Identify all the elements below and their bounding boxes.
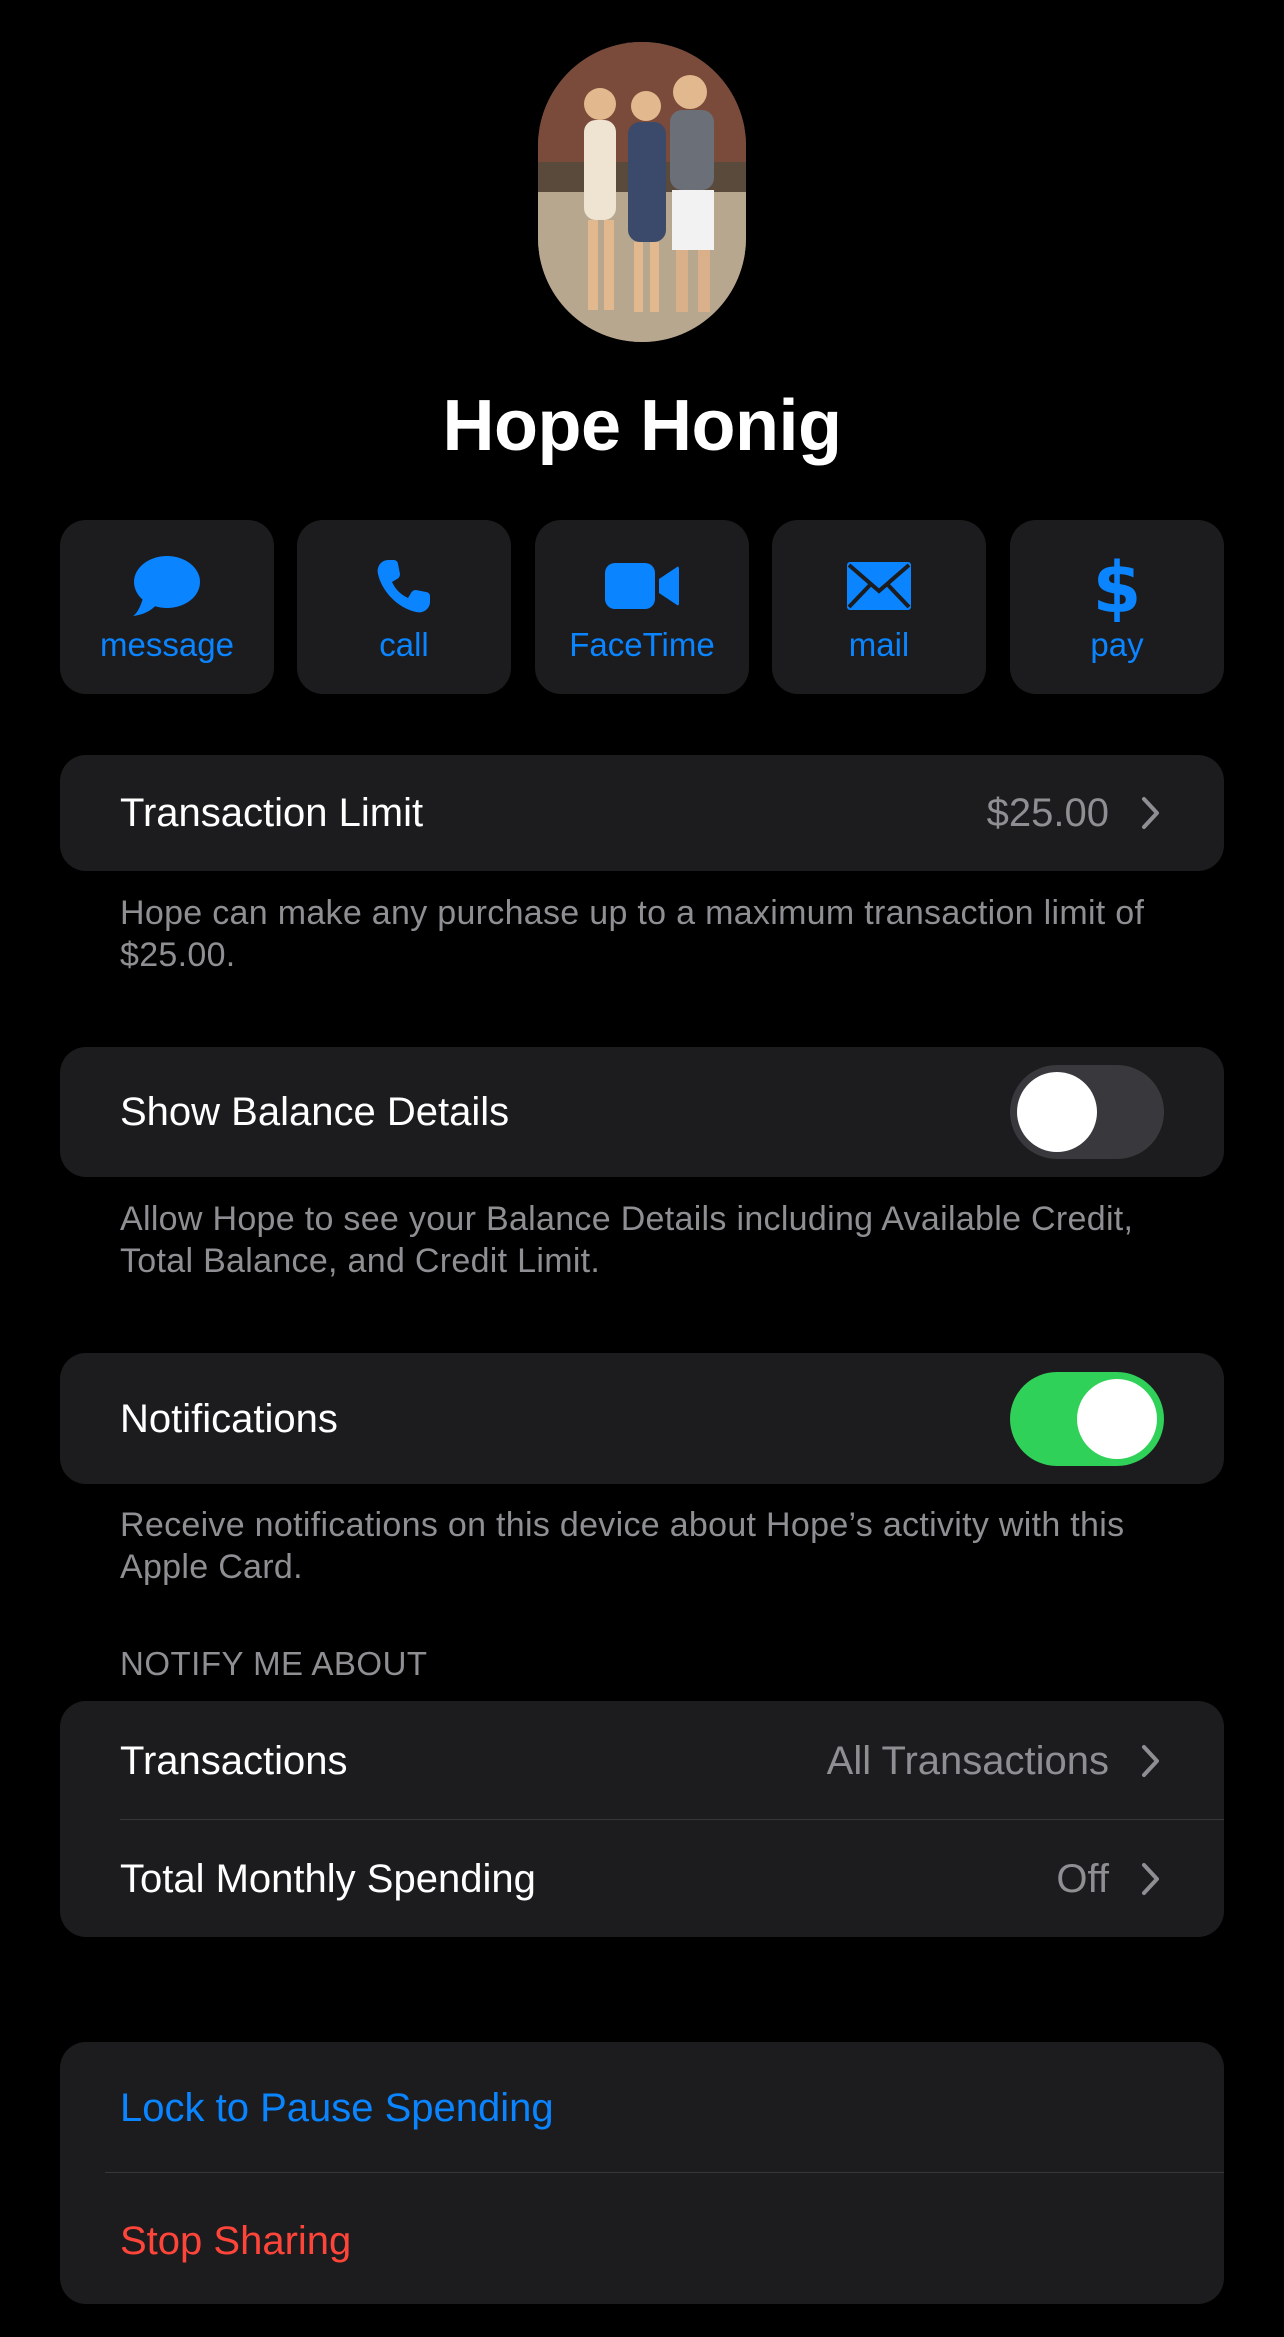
toggle-knob <box>1017 1072 1097 1152</box>
contact-avatar[interactable] <box>538 42 746 342</box>
video-camera-icon <box>605 563 679 609</box>
mail-label: mail <box>848 626 910 663</box>
mail-button[interactable]: mail <box>772 520 986 694</box>
envelope-icon <box>847 562 911 610</box>
stop-sharing-button[interactable]: Stop Sharing <box>60 2173 1224 2304</box>
chevron-right-icon <box>1142 1863 1159 1895</box>
notifications-row: Notifications <box>60 1353 1224 1484</box>
facetime-button[interactable]: FaceTime <box>535 520 749 694</box>
transaction-limit-row[interactable]: Transaction Limit $25.00 <box>60 755 1224 871</box>
lock-to-pause-button[interactable]: Lock to Pause Spending <box>60 2042 1224 2172</box>
notifications-note: Receive notifications on this device abo… <box>120 1506 1125 1586</box>
notifications-toggle[interactable] <box>1010 1372 1164 1466</box>
notify-group: Transactions All Transactions Total Mont… <box>60 1701 1224 1937</box>
dollar-icon: $ <box>1095 550 1139 622</box>
transactions-value: All Transactions <box>826 1739 1109 1783</box>
transactions-row[interactable]: Transactions All Transactions <box>60 1701 1224 1819</box>
transactions-label: Transactions <box>120 1739 348 1783</box>
message-bubble-icon <box>133 556 200 616</box>
facetime-label: FaceTime <box>569 626 715 663</box>
call-button[interactable]: call <box>297 520 511 694</box>
chevron-right-icon <box>1142 1745 1159 1777</box>
chevron-right-icon <box>1142 797 1159 829</box>
total-monthly-spending-row[interactable]: Total Monthly Spending Off <box>60 1819 1224 1937</box>
toggle-knob <box>1077 1379 1157 1459</box>
notify-me-about-header: NOTIFY ME ABOUT <box>120 1645 428 1682</box>
phone-icon <box>377 560 430 613</box>
message-label: message <box>100 626 234 663</box>
transaction-limit-label: Transaction Limit <box>120 791 424 835</box>
contact-name: Hope Honig <box>442 386 842 466</box>
pay-button[interactable]: $ pay <box>1010 520 1224 694</box>
avatar-photo <box>538 42 746 342</box>
balance-details-note: Allow Hope to see your Balance Details i… <box>120 1200 1134 1280</box>
message-button[interactable]: message <box>60 520 274 694</box>
balance-details-row: Show Balance Details <box>60 1047 1224 1177</box>
contact-actions: message call FaceTime mail $ pay <box>60 520 1224 694</box>
call-label: call <box>379 626 429 663</box>
transaction-limit-note: Hope can make any purchase up to a maxim… <box>120 894 1145 974</box>
total-monthly-spending-label: Total Monthly Spending <box>120 1857 536 1901</box>
svg-text:$: $ <box>1095 550 1139 622</box>
stop-sharing-label: Stop Sharing <box>120 2219 352 2263</box>
pay-label: pay <box>1090 626 1144 663</box>
transaction-limit-value: $25.00 <box>986 791 1109 835</box>
notifications-label: Notifications <box>120 1397 338 1441</box>
card-actions-group: Lock to Pause Spending Stop Sharing <box>60 2042 1224 2304</box>
balance-details-label: Show Balance Details <box>120 1090 510 1134</box>
balance-details-toggle[interactable] <box>1010 1065 1164 1159</box>
total-monthly-spending-value: Off <box>1056 1857 1109 1901</box>
lock-to-pause-label: Lock to Pause Spending <box>120 2086 554 2130</box>
